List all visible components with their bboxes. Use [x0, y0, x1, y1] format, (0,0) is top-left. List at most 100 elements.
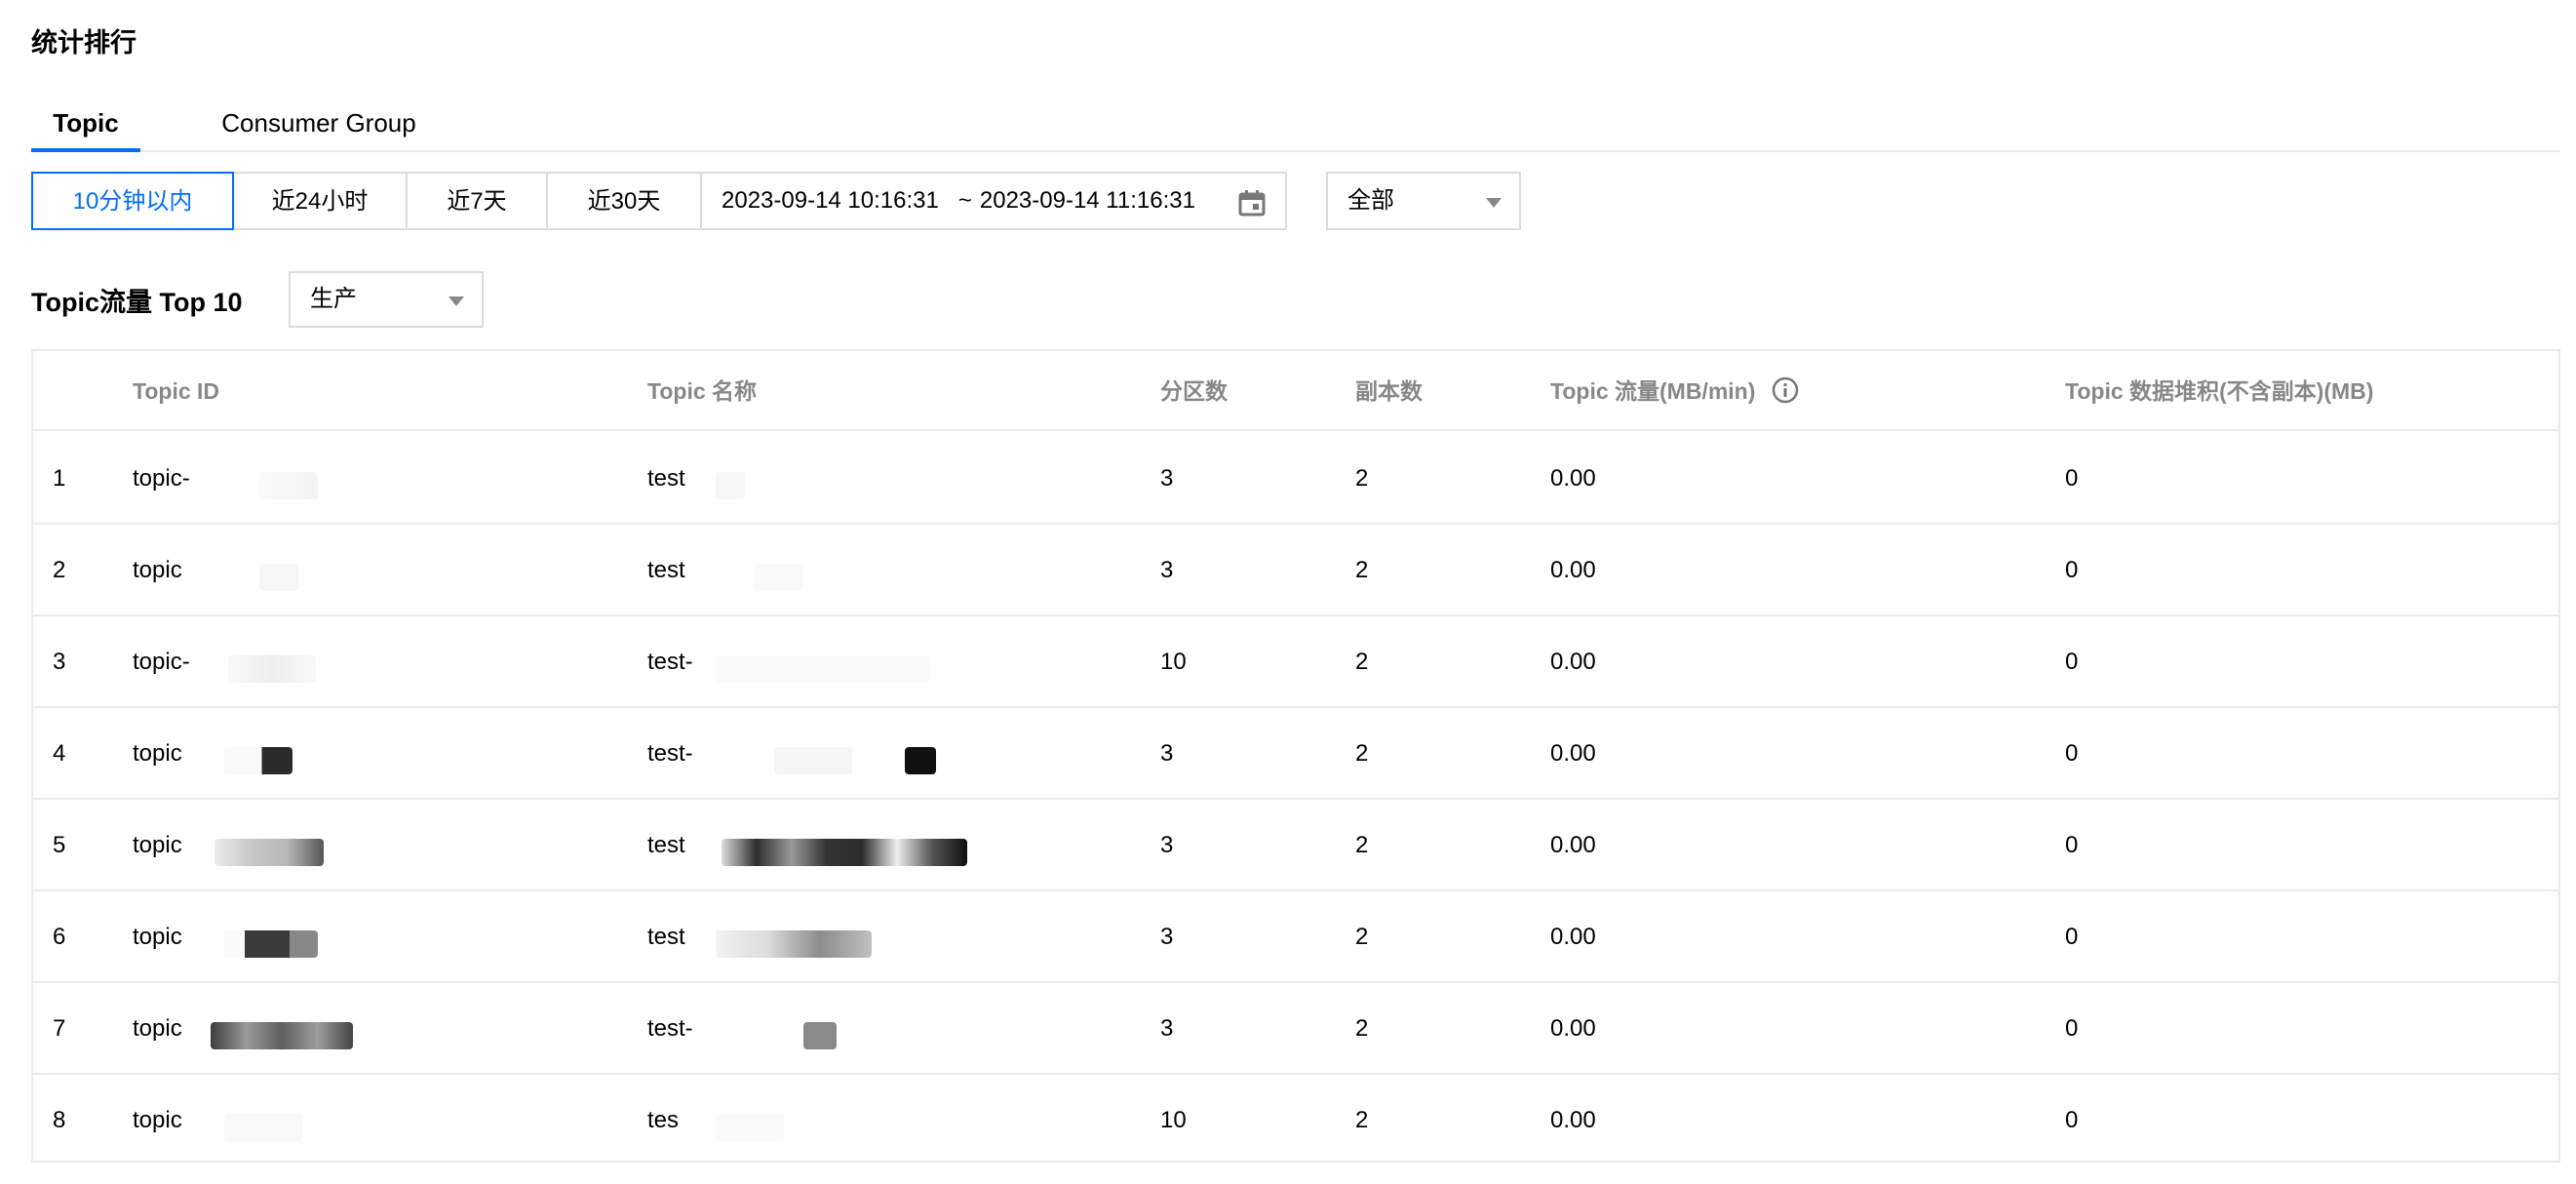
time-button-10min[interactable]: 10分钟以内: [31, 172, 234, 230]
table-row: 6 topic test 3 2 0.00 0: [33, 891, 2558, 983]
backlog-cell: 0: [2065, 1015, 2079, 1042]
traffic-cell: 0.00: [1550, 1015, 1596, 1042]
replicas-cell: 2: [1355, 1015, 1369, 1042]
redacted-block: [755, 564, 803, 591]
table-row: 3 topic-test- 10 2 0.00 0: [33, 616, 2558, 708]
calendar-icon[interactable]: [1238, 189, 1266, 217]
replicas-cell: 2: [1355, 740, 1369, 767]
table-row: 7 topic test- 3 2 0.00 0: [33, 983, 2558, 1075]
redacted-block: [716, 1114, 784, 1141]
date-range-picker[interactable]: 2023-09-14 10:16:31 ~ 2023-09-14 11:16:3…: [700, 172, 1287, 230]
partitions-cell: 3: [1160, 557, 1174, 583]
time-range-group: 10分钟以内 近24小时 近7天 近30天 2023-09-14 10:16:3…: [31, 172, 1287, 230]
time-button-7d[interactable]: 近7天: [406, 172, 548, 230]
partitions-cell: 3: [1160, 1015, 1174, 1042]
backlog-cell: 0: [2065, 832, 2079, 858]
partitions-cell: 10: [1160, 1107, 1187, 1133]
redacted-block: [803, 1022, 837, 1049]
date-end: 2023-09-14 11:16:31: [979, 187, 1195, 214]
column-header-traffic: Topic 流量(MB/min): [1550, 351, 1799, 431]
column-header-traffic-label: Topic 流量(MB/min): [1550, 378, 1756, 404]
time-button-30d[interactable]: 近30天: [546, 172, 702, 230]
topic-id-cell: topic: [133, 924, 182, 950]
redacted-block: [224, 1114, 302, 1141]
partitions-cell: 3: [1160, 924, 1174, 950]
row-rank: 7: [53, 1015, 66, 1042]
backlog-cell: 0: [2065, 557, 2079, 583]
redacted-block: [774, 747, 852, 774]
tab-consumer-group[interactable]: Consumer Group: [197, 98, 441, 152]
redacted-block: [215, 839, 324, 866]
backlog-cell: 0: [2065, 924, 2079, 950]
section-title: 统计排行: [31, 28, 137, 58]
table-row: 4 topic test- 3 2 0.00 0: [33, 708, 2558, 800]
topic-id-cell: topic: [133, 740, 182, 767]
tab-bar: Topic Consumer Group: [31, 98, 2560, 152]
partitions-cell: 3: [1160, 832, 1174, 858]
table-row: 8 topic tes 10 2 0.00 0: [33, 1075, 2558, 1166]
replicas-cell: 2: [1355, 465, 1369, 492]
scope-select[interactable]: 全部: [1326, 172, 1521, 230]
column-header-topic-name: Topic 名称: [647, 378, 758, 404]
topic-id-cell: topic-: [133, 649, 190, 675]
topic-name-cell: test-: [647, 740, 693, 767]
partitions-cell: 10: [1160, 649, 1187, 675]
date-separator: ~: [957, 187, 972, 214]
redacted-block: [259, 472, 318, 499]
replicas-cell: 2: [1355, 649, 1369, 675]
caret-down-icon: [1486, 198, 1502, 208]
table-row: 1 topic-test 3 2 0.00 0: [33, 433, 2558, 525]
redacted-block: [716, 655, 930, 683]
redacted-block: [211, 1022, 353, 1049]
redacted-block: [716, 472, 745, 499]
replicas-cell: 2: [1355, 557, 1369, 583]
table-header: Topic ID Topic 名称 分区数 副本数 Topic 流量(MB/mi…: [33, 351, 2558, 431]
traffic-cell: 0.00: [1550, 1107, 1596, 1133]
backlog-cell: 0: [2065, 465, 2079, 492]
redacted-block: [722, 839, 967, 866]
column-header-replicas: 副本数: [1355, 378, 1423, 404]
column-header-backlog: Topic 数据堆积(不含副本)(MB): [2065, 378, 2374, 404]
caret-down-icon: [449, 296, 464, 306]
table-row: 5 topic test 3 2 0.00 0: [33, 800, 2558, 891]
topic-name-cell: test-: [647, 649, 693, 675]
time-button-24h[interactable]: 近24小时: [232, 172, 408, 230]
topic-name-cell: test-: [647, 1015, 693, 1042]
topic-name-cell: test: [647, 557, 685, 583]
topic-id-cell: topic-: [133, 465, 190, 492]
redacted-block: [259, 564, 298, 591]
topic-name-cell: test: [647, 924, 685, 950]
topic-name-cell: test: [647, 465, 685, 492]
redacted-block: [228, 655, 316, 683]
top-section-title: Topic流量 Top 10: [31, 288, 243, 317]
row-rank: 5: [53, 832, 66, 858]
traffic-cell: 0.00: [1550, 832, 1596, 858]
row-rank: 3: [53, 649, 66, 675]
topic-id-cell: topic: [133, 1015, 182, 1042]
statistics-ranking-page: 统计排行 Topic Consumer Group 10分钟以内 近24小时 近…: [0, 0, 2576, 1184]
topic-name-cell: test: [647, 832, 685, 858]
replicas-cell: 2: [1355, 1107, 1369, 1133]
partitions-cell: 3: [1160, 740, 1174, 767]
mode-select[interactable]: 生产: [289, 271, 484, 328]
replicas-cell: 2: [1355, 832, 1369, 858]
backlog-cell: 0: [2065, 740, 2079, 767]
topic-id-cell: topic: [133, 557, 182, 583]
date-start: 2023-09-14 10:16:31: [722, 187, 939, 214]
redacted-block: [224, 747, 293, 774]
column-header-topic-id: Topic ID: [133, 378, 220, 404]
topic-id-cell: topic: [133, 832, 182, 858]
redacted-block: [905, 747, 936, 774]
row-rank: 2: [53, 557, 66, 583]
replicas-cell: 2: [1355, 924, 1369, 950]
tab-topic[interactable]: Topic: [31, 98, 140, 152]
redacted-block: [224, 930, 318, 958]
row-rank: 4: [53, 740, 66, 767]
row-rank: 1: [53, 465, 66, 492]
traffic-cell: 0.00: [1550, 740, 1596, 767]
column-header-partitions: 分区数: [1160, 378, 1228, 404]
backlog-cell: 0: [2065, 649, 2079, 675]
info-icon[interactable]: [1772, 376, 1799, 404]
row-rank: 6: [53, 924, 66, 950]
redacted-block: [716, 930, 872, 958]
